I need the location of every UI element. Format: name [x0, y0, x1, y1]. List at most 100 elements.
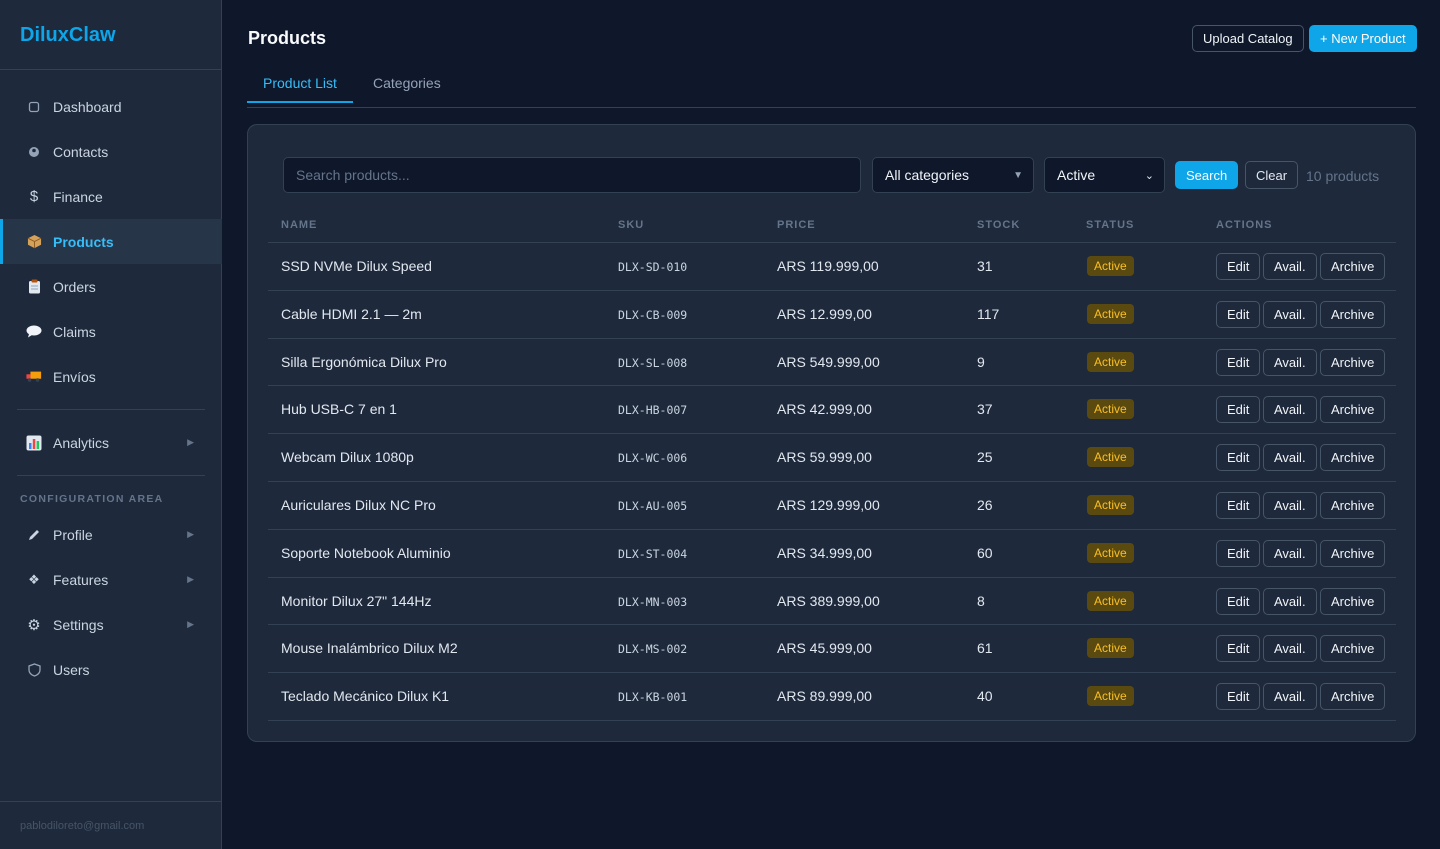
edit-button[interactable]: Edit — [1216, 635, 1261, 663]
product-name[interactable]: Auriculares Dilux NC Pro — [281, 497, 436, 513]
edit-button[interactable]: Edit — [1216, 396, 1261, 424]
column-header-stock[interactable]: STOCK — [977, 219, 1020, 231]
availability-button[interactable]: Avail. — [1263, 253, 1317, 280]
table-row[interactable]: SSD NVMe Dilux Speed DLX-SD-010 ARS 119.99… — [268, 243, 1396, 291]
chevron-right-icon: ▶ — [187, 529, 194, 539]
availability-button[interactable]: Avail. — [1263, 587, 1317, 615]
chevron-right-icon: ▶ — [187, 437, 194, 447]
availability-button[interactable]: Avail. — [1263, 635, 1317, 663]
product-name[interactable]: Mouse Inalámbrico Dilux M2 — [281, 640, 458, 656]
column-header-name[interactable]: NAME — [281, 219, 317, 231]
table-row[interactable]: Auriculares Dilux NC Pro DLX-AU-005 ARS 12… — [268, 482, 1396, 530]
sidebar-item-features[interactable]: ❖ Features ▶ — [0, 557, 222, 602]
sidebar-divider — [17, 409, 205, 410]
availability-button[interactable]: Avail. — [1263, 683, 1317, 711]
product-name[interactable]: Teclado Mecánico Dilux K1 — [281, 688, 449, 704]
search-input[interactable] — [283, 157, 861, 193]
product-sku: DLX-SD-010 — [618, 260, 688, 274]
archive-button[interactable]: Archive — [1320, 348, 1386, 376]
tab-categories[interactable]: Categories — [357, 67, 457, 103]
clear-button[interactable]: Clear — [1245, 161, 1299, 189]
product-name[interactable]: SSD NVMe Dilux Speed — [281, 258, 432, 274]
product-stock: 25 — [977, 449, 993, 466]
brand-logo[interactable]: DiluxClaw — [0, 0, 221, 70]
table-row[interactable]: Monitor Dilux 27" 144Hz DLX-MN-003 ARS 389… — [268, 578, 1396, 626]
product-price: ARS 12.999,00 — [777, 305, 872, 322]
availability-button[interactable]: Avail. — [1263, 300, 1317, 328]
table-header: NAME SKU PRICE STOCK STATUS ACTIONS — [268, 209, 1396, 243]
category-select[interactable]: All categories ▼ — [872, 157, 1034, 193]
edit-button[interactable]: Edit — [1216, 253, 1261, 280]
edit-button[interactable]: Edit — [1216, 683, 1261, 711]
sidebar-item-claims[interactable]: Claims — [0, 309, 222, 354]
product-name[interactable]: Silla Ergonómica Dilux Pro — [281, 354, 447, 370]
table-row[interactable]: Soporte Notebook Aluminio DLX-ST-004 ARS 3… — [268, 530, 1396, 578]
edit-button[interactable]: Edit — [1216, 587, 1261, 615]
category-select-value: All categories — [885, 167, 970, 183]
edit-button[interactable]: Edit — [1216, 300, 1261, 328]
archive-button[interactable]: Archive — [1320, 635, 1386, 663]
archive-button[interactable]: Archive — [1320, 396, 1386, 424]
tab-bar: Product List Categories — [247, 67, 1416, 108]
sidebar-item-finance[interactable]: $ Finance — [0, 174, 222, 219]
edit-button[interactable]: Edit — [1216, 444, 1261, 472]
sidebar-item-label: Orders — [53, 278, 96, 295]
product-name[interactable]: Soporte Notebook Aluminio — [281, 545, 451, 561]
archive-button[interactable]: Archive — [1320, 444, 1386, 472]
availability-button[interactable]: Avail. — [1263, 444, 1317, 472]
upload-catalog-button[interactable]: Upload Catalog — [1192, 25, 1304, 52]
column-header-actions: ACTIONS — [1216, 219, 1273, 231]
table-row[interactable]: Mouse Inalámbrico Dilux M2 DLX-MS-002 ARS … — [268, 625, 1396, 674]
availability-button[interactable]: Avail. — [1263, 396, 1317, 424]
edit-button[interactable]: Edit — [1216, 491, 1261, 519]
column-header-sku[interactable]: SKU — [618, 219, 644, 231]
availability-button[interactable]: Avail. — [1263, 539, 1317, 567]
sidebar-item-dashboard[interactable]: Dashboard — [0, 84, 222, 129]
archive-button[interactable]: Archive — [1320, 253, 1386, 280]
sidebar-item-settings[interactable]: ⚙ Settings ▶ — [0, 602, 222, 647]
product-name[interactable]: Cable HDMI 2.1 — 2m — [281, 306, 422, 322]
availability-button[interactable]: Avail. — [1263, 491, 1317, 519]
table-row[interactable]: Silla Ergonómica Dilux Pro DLX-SL-008 ARS … — [268, 339, 1396, 387]
speech-bubble-icon — [26, 324, 42, 340]
new-product-button[interactable]: + New Product — [1309, 25, 1417, 52]
search-button[interactable]: Search — [1175, 161, 1239, 189]
sidebar-item-products[interactable]: Products — [0, 219, 222, 264]
product-sku: DLX-MS-002 — [618, 642, 688, 657]
table-row[interactable]: Webcam Dilux 1080p DLX-WC-006 ARS 59.999,0… — [268, 434, 1396, 482]
table-row[interactable]: Cable HDMI 2.1 — 2m DLX-CB-009 ARS 12.999,… — [268, 291, 1396, 339]
sidebar-item-label: Products — [53, 233, 114, 250]
archive-button[interactable]: Archive — [1320, 300, 1386, 328]
edit-button[interactable]: Edit — [1216, 348, 1261, 376]
tab-product-list[interactable]: Product List — [247, 67, 353, 103]
sidebar-item-contacts[interactable]: Contacts — [0, 129, 222, 174]
edit-button[interactable]: Edit — [1216, 539, 1261, 567]
table-row[interactable]: Teclado Mecánico Dilux K1 DLX-KB-001 ARS 8… — [268, 673, 1396, 721]
product-price: ARS 42.999,00 — [777, 401, 872, 418]
column-header-status[interactable]: STATUS — [1086, 219, 1134, 231]
table-row[interactable]: Hub USB-C 7 en 1 DLX-HB-007 ARS 42.999,00 3… — [268, 386, 1396, 435]
products-card: All categories ▼ Active ⌄ Search Clear 1… — [247, 124, 1416, 742]
sidebar-item-label: Finance — [53, 188, 103, 205]
product-sku: DLX-SL-008 — [618, 355, 688, 370]
sidebar-item-profile[interactable]: Profile ▶ — [0, 512, 222, 557]
sidebar-item-orders[interactable]: Orders — [0, 264, 222, 309]
sidebar-item-analytics[interactable]: Analytics ▶ — [0, 420, 222, 465]
column-header-price[interactable]: PRICE — [777, 219, 816, 231]
archive-button[interactable]: Archive — [1320, 491, 1386, 519]
archive-button[interactable]: Archive — [1320, 683, 1386, 711]
availability-button[interactable]: Avail. — [1263, 348, 1317, 376]
status-badge: Active — [1087, 494, 1134, 515]
archive-button[interactable]: Archive — [1320, 539, 1386, 567]
sidebar-item-users[interactable]: Users — [0, 647, 222, 692]
status-select[interactable]: Active ⌄ — [1044, 157, 1165, 193]
product-price: ARS 549.999,00 — [777, 353, 880, 370]
archive-button[interactable]: Archive — [1320, 587, 1386, 615]
sidebar-item-label: Settings — [53, 616, 104, 633]
product-name[interactable]: Hub USB-C 7 en 1 — [281, 401, 397, 417]
sidebar-divider — [17, 475, 205, 476]
caret-down-icon: ▼ — [1013, 169, 1023, 181]
product-name[interactable]: Monitor Dilux 27" 144Hz — [281, 593, 431, 609]
sidebar-item-envios[interactable]: Envíos — [0, 354, 222, 399]
product-name[interactable]: Webcam Dilux 1080p — [281, 449, 414, 465]
